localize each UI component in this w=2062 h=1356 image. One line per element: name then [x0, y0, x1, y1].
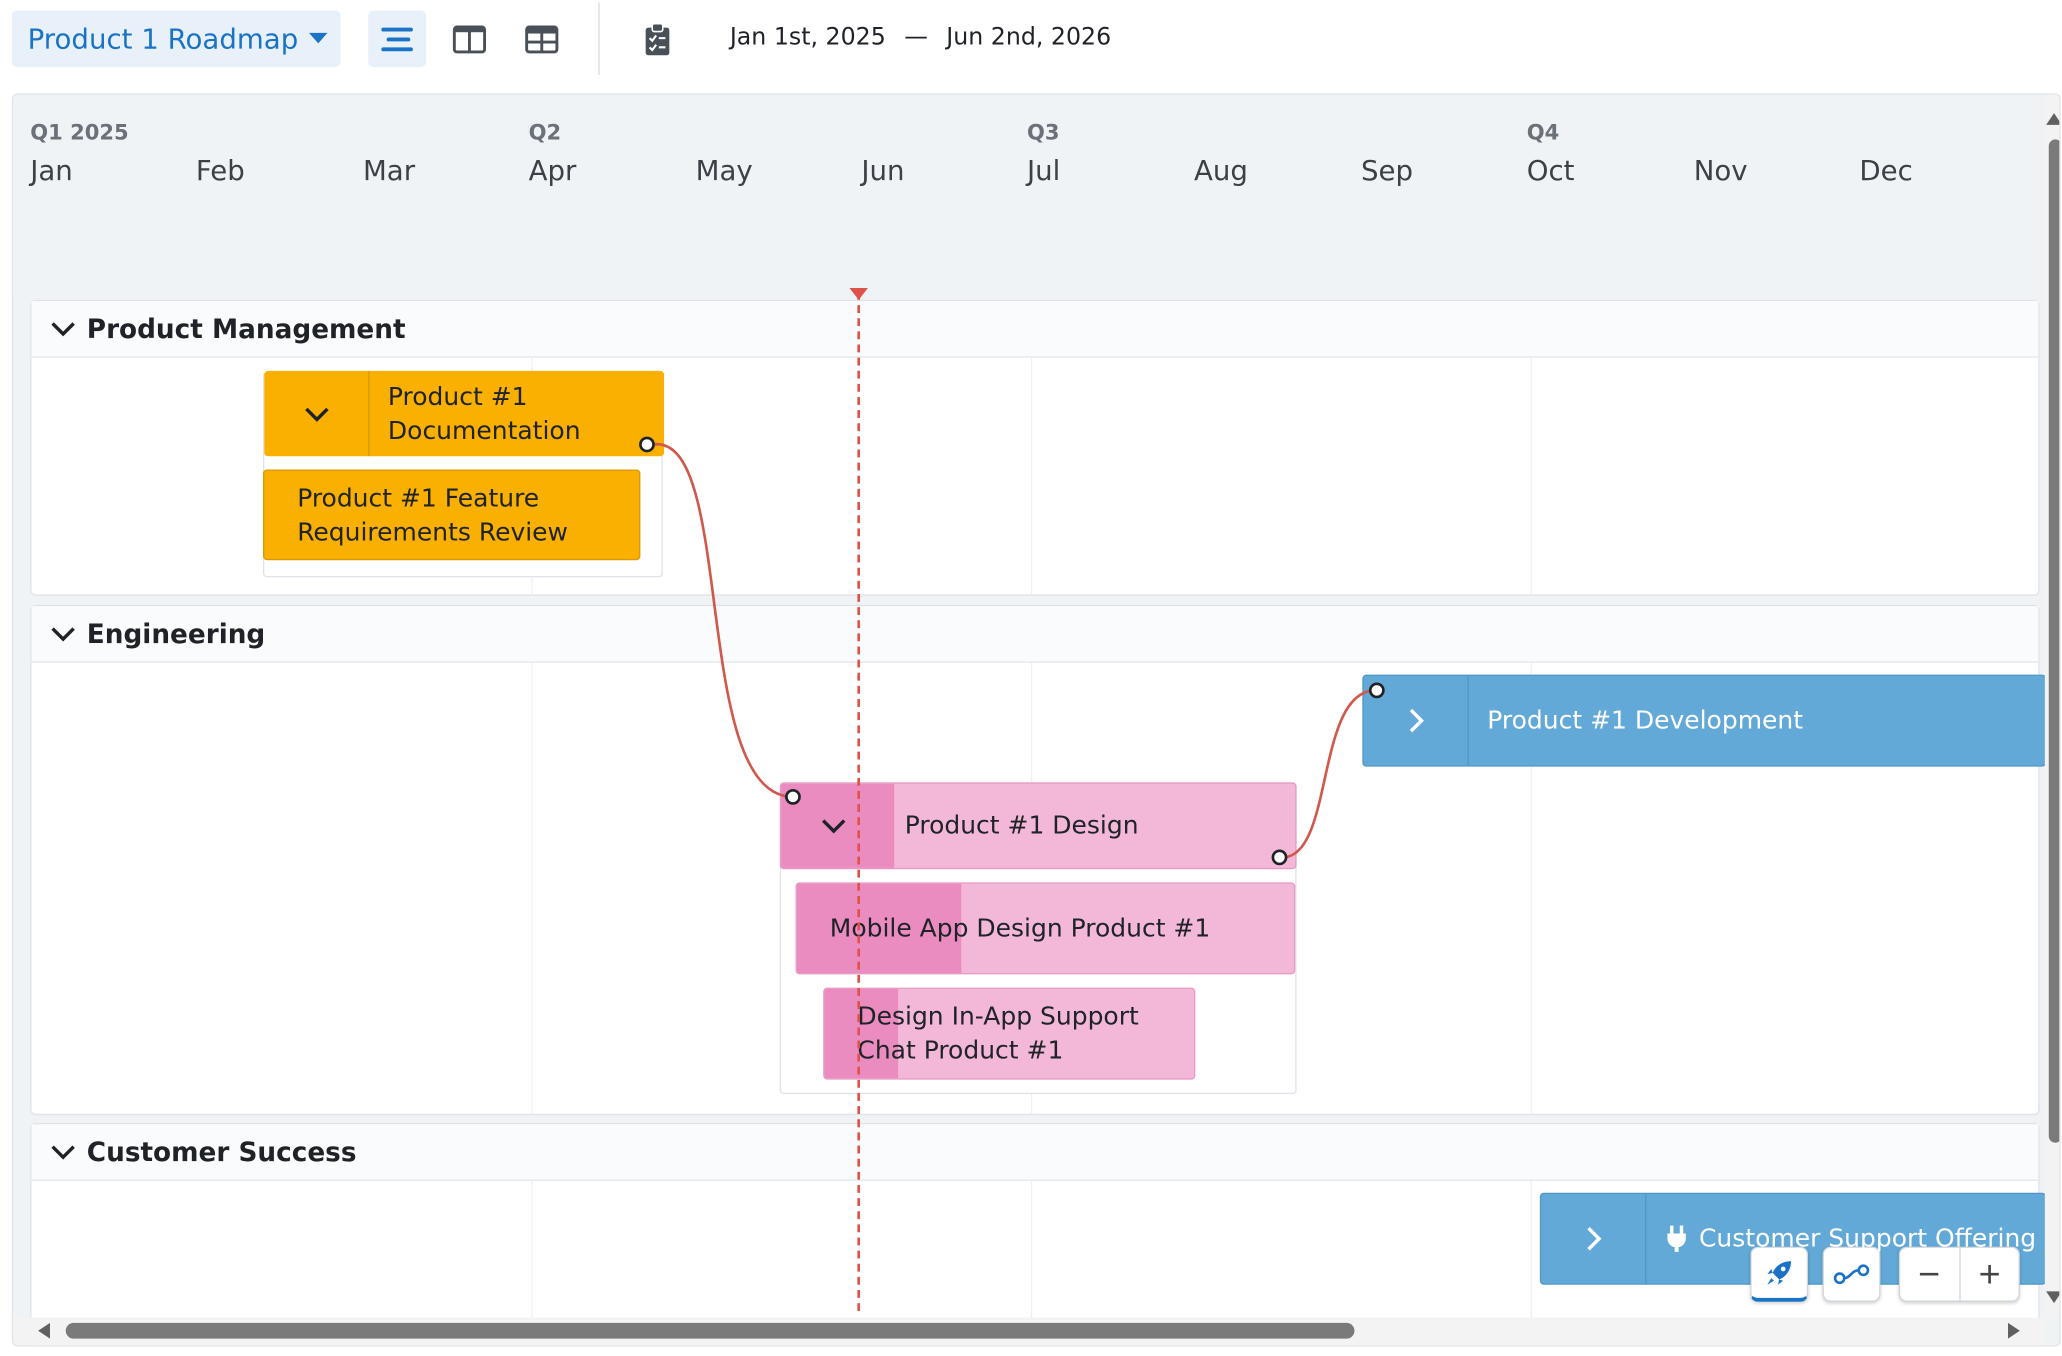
today-marker-icon: [849, 287, 868, 300]
dependency-handle[interactable]: [639, 436, 655, 453]
dependency-handle[interactable]: [1271, 849, 1288, 866]
dependency-lines: [653, 443, 1377, 859]
today-marker-line: [857, 291, 861, 1312]
dependency-handle[interactable]: [1368, 682, 1385, 699]
dependency-handle[interactable]: [785, 789, 801, 805]
